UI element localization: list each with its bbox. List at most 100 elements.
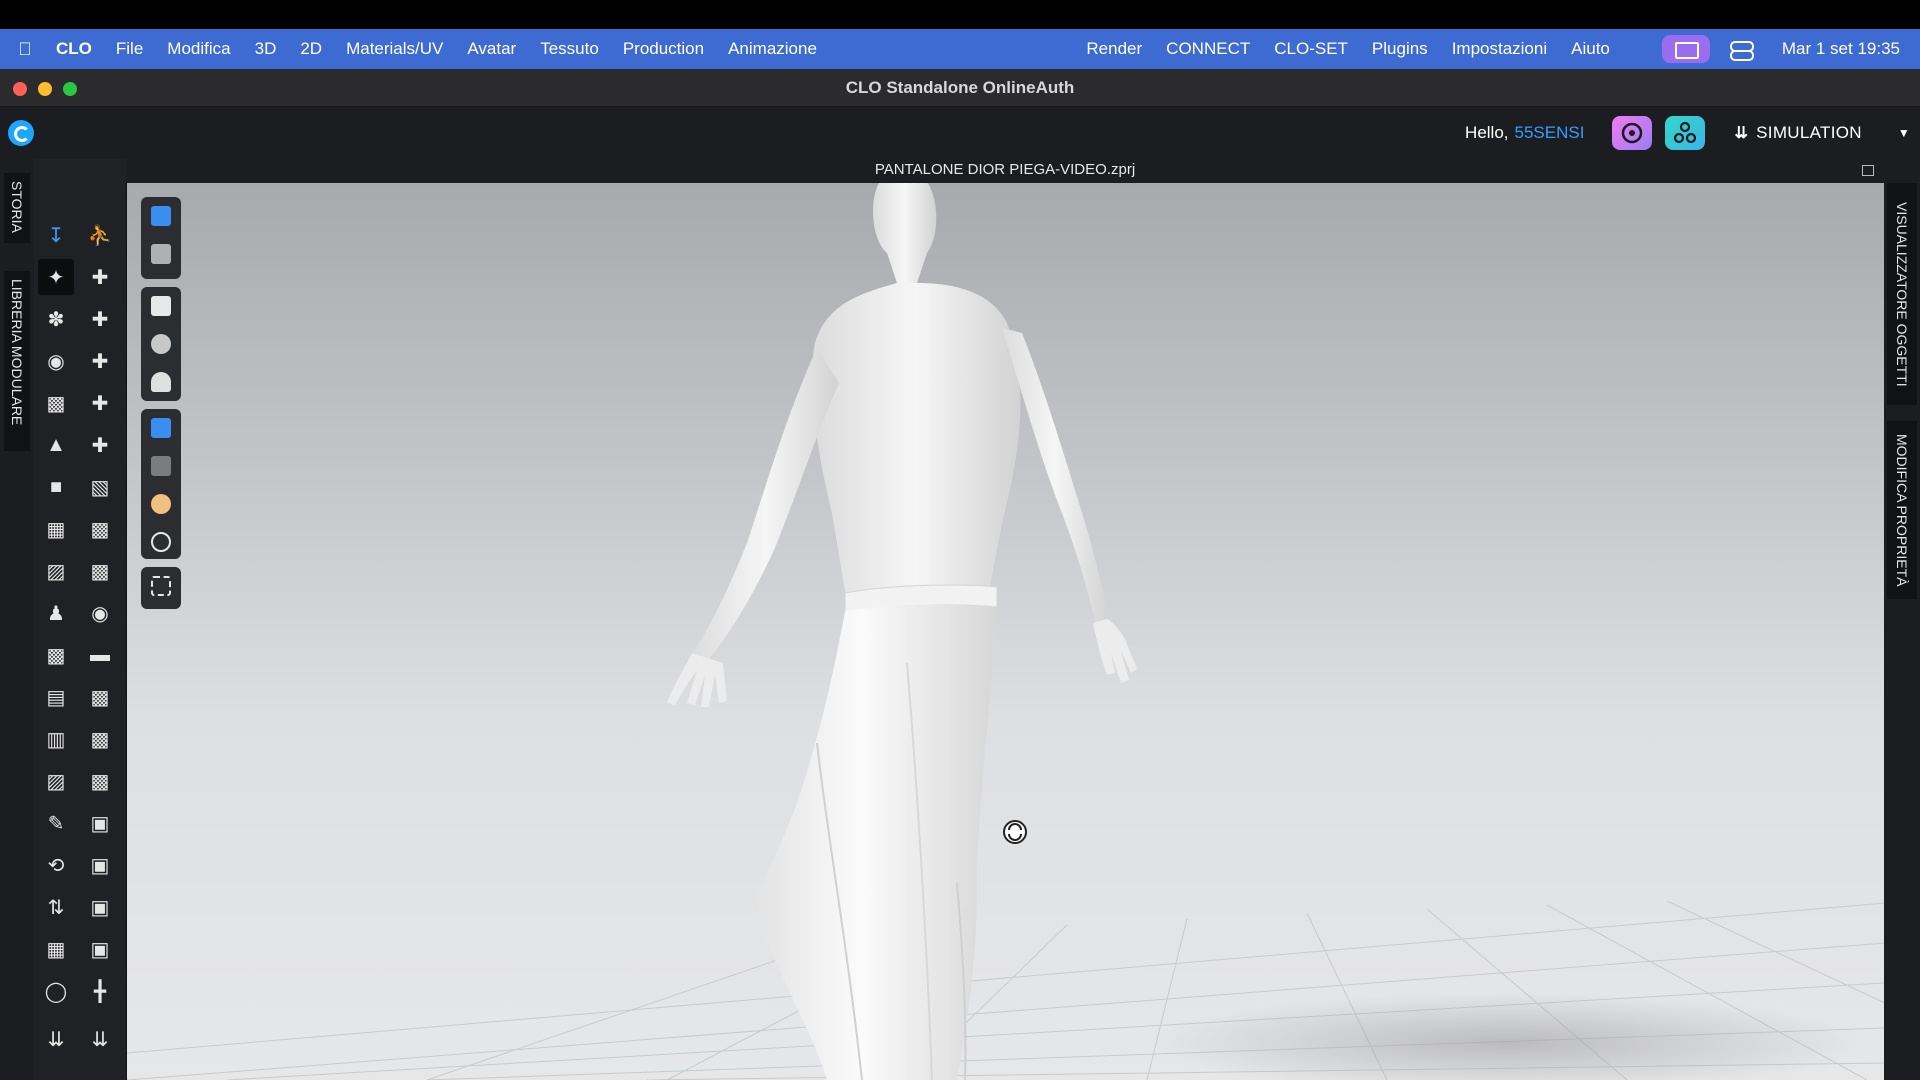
simulation-mode-dropdown[interactable]: ⇊ SIMULATION ▼	[1734, 123, 1920, 143]
app-header: Hello, 55SENSI ⇊ SIMULATION ▼	[0, 107, 1920, 159]
shirt-tool-icon[interactable]: ■	[38, 469, 74, 505]
garment-display-button[interactable]	[141, 235, 181, 273]
show-garment-button[interactable]	[141, 287, 181, 325]
menu-tessuto[interactable]: Tessuto	[528, 39, 611, 59]
draw-tool-icon[interactable]: ✎	[38, 805, 74, 841]
menu-3d[interactable]: 3D	[243, 39, 289, 59]
expand-tools-left-icon[interactable]: ⇊	[38, 1021, 74, 1057]
menu-aiuto[interactable]: Aiuto	[1559, 39, 1622, 59]
display-toolbar	[141, 287, 181, 401]
tools-palette: ↧ ⛹ ✦ ✚ ✽ ✚ ◉ ✚ ▩ ✚ ▲ ✚ ■ ▧ ▦ ▩ ▨ ▩ ♟ ◉ …	[34, 159, 126, 1080]
menu-avatar[interactable]: Avatar	[455, 39, 528, 59]
avatar-pose-tool-icon[interactable]: ♟	[38, 595, 74, 631]
avatar-shadow	[1147, 993, 1867, 1080]
wind-tool-icon[interactable]: ⟲	[38, 847, 74, 883]
piping-tool-icon[interactable]: ▥	[38, 721, 74, 757]
control-center-icon[interactable]	[1728, 39, 1758, 61]
texture-surface-button[interactable]	[141, 409, 181, 447]
screen-mirroring-icon[interactable]	[1661, 35, 1710, 63]
connect-icon	[1622, 122, 1643, 144]
line-tool-icon[interactable]: ▬	[82, 637, 118, 673]
menu-render[interactable]: Render	[1074, 39, 1154, 59]
box-select-icon	[151, 576, 171, 596]
simulation-mode-label: SIMULATION	[1756, 123, 1862, 142]
tab-modifica-proprieta[interactable]: MODIFICA PROPRIETÀ	[1887, 421, 1917, 599]
menu-materials-uv[interactable]: Materials/UV	[334, 39, 455, 59]
view-mode-toolbar	[141, 197, 181, 279]
tab-visualizzatore-oggetti[interactable]: VISUALIZZATORE OGGETTI	[1887, 183, 1917, 405]
sewing-tool-icon[interactable]: ▤	[38, 679, 74, 715]
menu-production[interactable]: Production	[611, 39, 716, 59]
avatar-skin-button[interactable]	[141, 485, 181, 523]
edit-point-tool-icon[interactable]: ✚	[82, 301, 118, 337]
simulate-tool-icon[interactable]: ↧	[38, 217, 74, 253]
fold-tool-icon[interactable]: ✚	[82, 259, 118, 295]
avatar-tool-icon[interactable]: ▦	[38, 511, 74, 547]
measure-tool-icon[interactable]: ✚	[82, 427, 118, 463]
menubar-clock[interactable]: Mar 1 set 19:35	[1770, 39, 1920, 59]
window-title: CLO Standalone OnlineAuth	[845, 78, 1075, 97]
menu-2d[interactable]: 2D	[288, 39, 334, 59]
3d-viewport[interactable]	[126, 183, 1884, 1080]
tab-storia[interactable]: STORIA	[4, 173, 30, 243]
show-avatar-button[interactable]	[141, 363, 181, 401]
apple-menu-icon[interactable]: 	[0, 39, 50, 60]
animation-tool-icon[interactable]: ⛹	[82, 217, 118, 253]
select-move-tool-icon[interactable]: ✦	[38, 259, 74, 295]
menu-connect[interactable]: CONNECT	[1154, 39, 1262, 59]
menu-modifica[interactable]: Modifica	[155, 39, 242, 59]
button-tool-icon[interactable]: ◉	[82, 595, 118, 631]
zipper-tool-icon[interactable]: ▩	[38, 637, 74, 673]
hanger-tool-icon[interactable]: ▩	[82, 763, 118, 799]
shape-tool-icon[interactable]: ▣	[82, 931, 118, 967]
cube-icon	[151, 206, 171, 226]
avatar-figure	[667, 183, 1137, 1080]
lock-tool-icon[interactable]: ▩	[82, 679, 118, 715]
mesh-icon	[151, 456, 171, 476]
show-trims-button[interactable]	[141, 325, 181, 363]
restore-window-icon[interactable]	[1862, 165, 1874, 176]
menu-plugins[interactable]: Plugins	[1360, 39, 1440, 59]
puncture-tool-icon[interactable]: ╋	[82, 973, 118, 1009]
stitch-tool-icon[interactable]: ▨	[38, 763, 74, 799]
clo-set-connect-button[interactable]	[1612, 116, 1653, 150]
brush-tool-icon[interactable]: ▧	[82, 469, 118, 505]
arrange-tool-icon[interactable]: ⇅	[38, 889, 74, 925]
menu-clo-set[interactable]: CLO-SET	[1262, 39, 1360, 59]
ring-tool-icon[interactable]: ◯	[38, 973, 74, 1009]
dropdown-arrow-icon: ▼	[1897, 126, 1910, 140]
3d-view-cube-button[interactable]	[141, 197, 181, 235]
rendering-toolbar	[141, 409, 181, 559]
menu-animazione[interactable]: Animazione	[716, 39, 829, 59]
clo-logo-icon[interactable]	[8, 120, 34, 146]
rotate-cursor-icon	[1003, 820, 1027, 844]
panel-tool-icon[interactable]: ▣	[82, 847, 118, 883]
texture-tool-icon[interactable]: ▩	[38, 385, 74, 421]
mesh-display-button[interactable]	[141, 447, 181, 485]
left-side-tabs: STORIA LIBRERIA MODULARE	[0, 159, 34, 1080]
edit-pattern-tool-icon[interactable]: ✽	[38, 301, 74, 337]
expand-tools-right-icon[interactable]: ⇊	[82, 1021, 118, 1057]
shirt-icon	[151, 296, 171, 316]
strap-tool-icon[interactable]: ▲	[38, 427, 74, 463]
stack-tool-icon[interactable]: ▦	[38, 931, 74, 967]
tack-tool-icon[interactable]: ✚	[82, 385, 118, 421]
environment-button[interactable]	[141, 523, 181, 561]
box-tool-icon[interactable]: ▣	[82, 805, 118, 841]
box-select-button[interactable]	[141, 567, 181, 605]
graphic-tool-icon[interactable]: ▩	[82, 553, 118, 589]
layer-tool-icon[interactable]: ▣	[82, 889, 118, 925]
garment-fit-tool-icon[interactable]: ◉	[38, 343, 74, 379]
username-link[interactable]: 55SENSI	[1515, 123, 1585, 143]
menu-impostazioni[interactable]: Impostazioni	[1440, 39, 1559, 59]
skin-icon	[151, 494, 171, 514]
clo-network-button[interactable]	[1665, 116, 1706, 150]
menu-file[interactable]: File	[104, 39, 155, 59]
pin-tool-icon[interactable]: ✚	[82, 343, 118, 379]
tab-libreria-modulare[interactable]: LIBRERIA MODULARE	[4, 271, 30, 451]
trim-tool-icon[interactable]: ▨	[38, 553, 74, 589]
menu-app-name[interactable]: CLO	[50, 39, 104, 59]
fabric-tool-icon[interactable]: ▩	[82, 511, 118, 547]
trims-icon	[151, 334, 171, 354]
bag-tool-icon[interactable]: ▩	[82, 721, 118, 757]
